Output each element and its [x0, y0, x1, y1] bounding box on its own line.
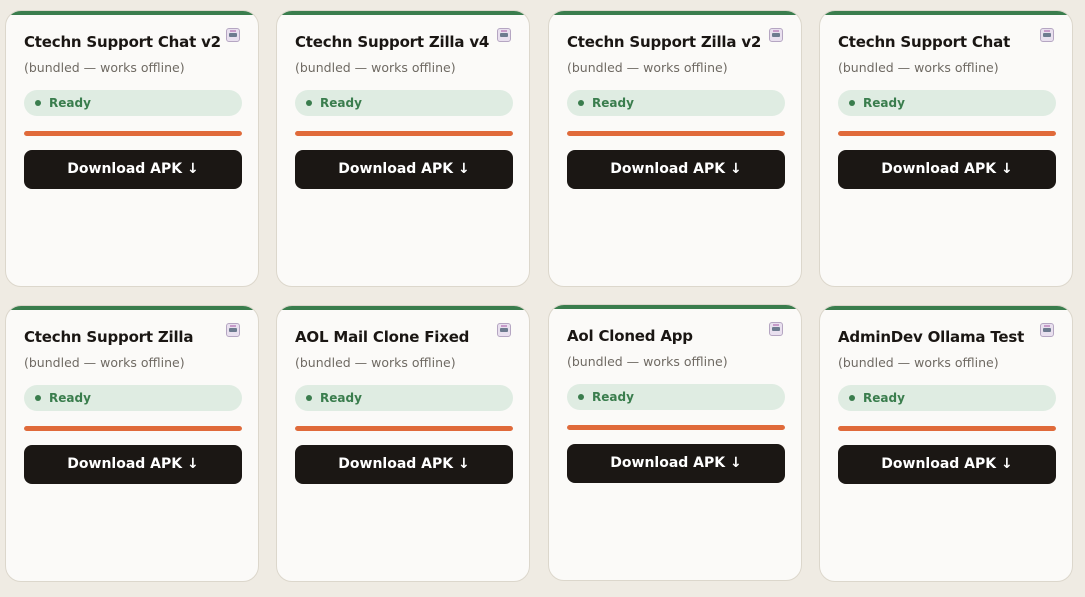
app-robot-icon [769, 28, 783, 42]
app-title: Ctechn Support Chat [838, 33, 1011, 51]
progress-fill [567, 425, 785, 430]
app-card: Ctechn Support Chat (bundled — works off… [819, 10, 1073, 287]
progress-fill [838, 131, 1056, 136]
status-badge: Ready [567, 90, 785, 116]
status-dot-icon [849, 395, 855, 401]
app-title: Ctechn Support Zilla v2 [567, 33, 762, 51]
download-apk-button[interactable]: Download APK ↓ [24, 150, 242, 189]
build-progress-bar [295, 131, 513, 136]
download-apk-button[interactable]: Download APK ↓ [295, 445, 513, 484]
build-progress-bar [838, 426, 1056, 431]
app-title: Aol Cloned App [567, 327, 693, 345]
app-card: AOL Mail Clone Fixed (bundled — works of… [276, 305, 530, 582]
app-robot-icon [226, 28, 240, 42]
download-apk-button[interactable]: Download APK ↓ [567, 444, 785, 483]
status-dot-icon [578, 100, 584, 106]
build-progress-bar [838, 131, 1056, 136]
download-apk-button[interactable]: Download APK ↓ [295, 150, 513, 189]
app-subtitle: (bundled — works offline) [24, 355, 185, 370]
build-progress-bar [24, 131, 242, 136]
app-subtitle: (bundled — works offline) [24, 60, 185, 75]
app-subtitle: (bundled — works offline) [567, 60, 728, 75]
status-label: Ready [320, 391, 362, 405]
build-progress-bar [567, 425, 785, 430]
app-title: Ctechn Support Zilla [24, 328, 194, 346]
app-subtitle: (bundled — works offline) [838, 60, 999, 75]
build-progress-bar [567, 131, 785, 136]
status-label: Ready [320, 96, 362, 110]
app-subtitle: (bundled — works offline) [295, 355, 456, 370]
app-subtitle: (bundled — works offline) [567, 354, 728, 369]
status-dot-icon [849, 100, 855, 106]
status-badge: Ready [567, 384, 785, 410]
build-progress-bar [295, 426, 513, 431]
status-dot-icon [306, 395, 312, 401]
status-dot-icon [306, 100, 312, 106]
app-card: Aol Cloned App (bundled — works offline)… [548, 304, 802, 581]
app-subtitle: (bundled — works offline) [295, 60, 456, 75]
app-robot-icon [769, 322, 783, 336]
app-card: AdminDev Ollama Test (bundled — works of… [819, 305, 1073, 582]
status-label: Ready [592, 96, 634, 110]
status-dot-icon [578, 394, 584, 400]
status-label: Ready [49, 391, 91, 405]
status-badge: Ready [295, 90, 513, 116]
app-title: Ctechn Support Chat v2 [24, 33, 221, 51]
status-dot-icon [35, 395, 41, 401]
status-label: Ready [49, 96, 91, 110]
status-badge: Ready [24, 90, 242, 116]
progress-fill [24, 131, 242, 136]
app-title: AOL Mail Clone Fixed [295, 328, 470, 346]
progress-fill [295, 426, 513, 431]
status-label: Ready [863, 96, 905, 110]
status-label: Ready [592, 390, 634, 404]
status-badge: Ready [24, 385, 242, 411]
app-subtitle: (bundled — works offline) [838, 355, 999, 370]
progress-fill [295, 131, 513, 136]
download-apk-button[interactable]: Download APK ↓ [24, 445, 242, 484]
build-progress-bar [24, 426, 242, 431]
download-apk-button[interactable]: Download APK ↓ [838, 150, 1056, 189]
apk-card-grid: Ctechn Support Chat v2 (bundled — works … [0, 0, 1085, 597]
app-title: AdminDev Ollama Test [838, 328, 1025, 346]
app-robot-icon [1040, 28, 1054, 42]
progress-fill [567, 131, 785, 136]
progress-fill [24, 426, 242, 431]
status-dot-icon [35, 100, 41, 106]
app-robot-icon [1040, 323, 1054, 337]
app-card: Ctechn Support Zilla v2 (bundled — works… [548, 10, 802, 287]
app-card: Ctechn Support Zilla (bundled — works of… [5, 305, 259, 582]
app-card: Ctechn Support Chat v2 (bundled — works … [5, 10, 259, 287]
app-robot-icon [497, 323, 511, 337]
download-apk-button[interactable]: Download APK ↓ [567, 150, 785, 189]
status-badge: Ready [838, 90, 1056, 116]
status-label: Ready [863, 391, 905, 405]
app-robot-icon [226, 323, 240, 337]
progress-fill [838, 426, 1056, 431]
status-badge: Ready [838, 385, 1056, 411]
app-robot-icon [497, 28, 511, 42]
app-title: Ctechn Support Zilla v4 [295, 33, 490, 51]
app-card: Ctechn Support Zilla v4 (bundled — works… [276, 10, 530, 287]
download-apk-button[interactable]: Download APK ↓ [838, 445, 1056, 484]
status-badge: Ready [295, 385, 513, 411]
